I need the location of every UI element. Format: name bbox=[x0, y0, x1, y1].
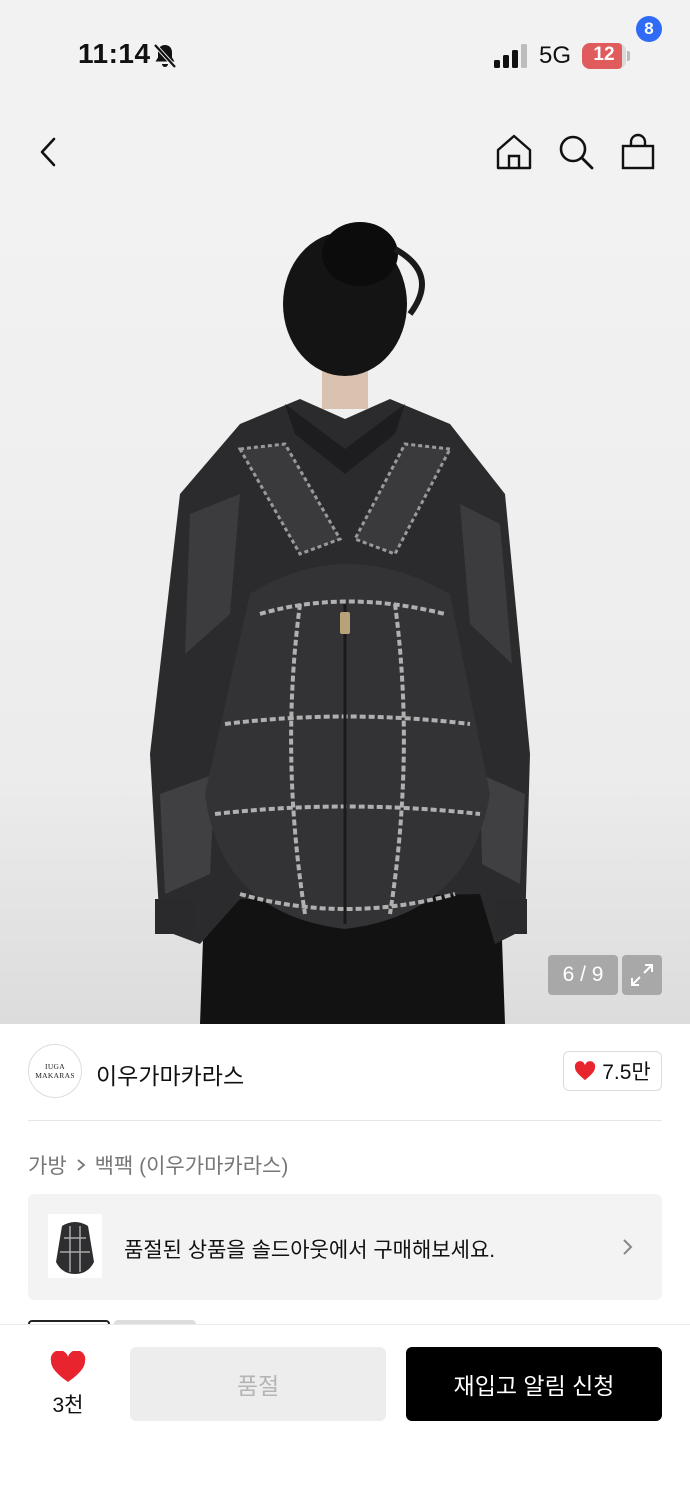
banner-thumbnail bbox=[48, 1214, 102, 1278]
wishlist-button[interactable]: 3천 bbox=[30, 1347, 106, 1427]
brand-logo-line1: IUGA bbox=[45, 1062, 65, 1071]
cart-count-badge: 8 bbox=[636, 16, 662, 42]
banner-text: 품절된 상품을 솔드아웃에서 구매해보세요. bbox=[124, 1239, 496, 1262]
brand-logo-line2: MAKARAS bbox=[35, 1071, 75, 1080]
top-nav bbox=[0, 110, 690, 194]
image-page-indicator: 6 / 9 bbox=[548, 955, 618, 995]
wishlist-count: 3천 bbox=[52, 1394, 84, 1417]
restock-alert-button[interactable]: 재입고 알림 신청 bbox=[406, 1347, 662, 1421]
battery-icon: 12 bbox=[582, 43, 630, 69]
brand-logo[interactable]: IUGA MAKARAS bbox=[28, 1044, 82, 1098]
heart-icon bbox=[575, 1061, 596, 1081]
back-button[interactable] bbox=[24, 128, 72, 176]
chevron-right-icon bbox=[623, 1239, 633, 1255]
battery-level: 12 bbox=[593, 44, 615, 65]
bottom-action-bar: 3천 품절 재입고 알림 신청 bbox=[0, 1324, 690, 1500]
search-button[interactable] bbox=[552, 128, 600, 176]
soldout-button[interactable]: 품절 bbox=[130, 1347, 386, 1421]
cart-button[interactable] bbox=[614, 128, 662, 176]
network-type: 5G bbox=[539, 42, 572, 69]
status-bar: 11:14 5G 12 bbox=[0, 0, 690, 110]
brand-name[interactable]: 이우가마카라스 bbox=[96, 1057, 244, 1091]
breadcrumb-subcategory[interactable]: 백팩 (이우가마카라스) bbox=[95, 1150, 289, 1180]
home-button[interactable] bbox=[490, 128, 538, 176]
bell-off-icon bbox=[153, 43, 177, 69]
home-icon bbox=[496, 134, 532, 170]
soldout-promo-banner[interactable]: 품절된 상품을 솔드아웃에서 구매해보세요. bbox=[28, 1194, 662, 1300]
product-image[interactable] bbox=[0, 194, 690, 1024]
status-time: 11:14 bbox=[78, 38, 151, 69]
search-icon bbox=[559, 135, 594, 170]
chevron-right-icon bbox=[77, 1159, 86, 1171]
cart-icon bbox=[621, 133, 655, 170]
signal-icon bbox=[494, 44, 527, 68]
expand-icon bbox=[631, 964, 653, 986]
heart-icon bbox=[50, 1351, 86, 1382]
breadcrumb-category[interactable]: 가방 bbox=[28, 1150, 67, 1180]
back-icon bbox=[40, 137, 56, 167]
expand-image-button[interactable] bbox=[622, 955, 662, 995]
breadcrumb: 가방 백팩 (이우가마카라스) bbox=[28, 1150, 288, 1180]
product-photo-illustration bbox=[150, 222, 530, 1024]
divider bbox=[28, 1120, 662, 1121]
brand-like-count: 7.5만 bbox=[602, 1061, 651, 1084]
brand-like-button[interactable]: 7.5만 bbox=[563, 1051, 662, 1091]
